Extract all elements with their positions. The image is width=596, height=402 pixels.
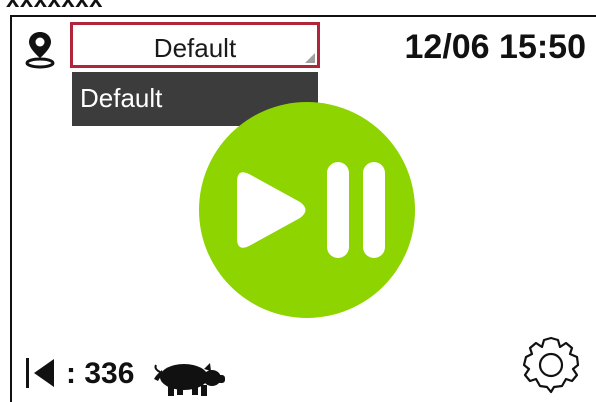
location-pin-icon[interactable] bbox=[25, 30, 55, 70]
resize-corner-icon bbox=[305, 53, 315, 63]
counter: : 336 bbox=[66, 357, 134, 391]
bottom-bar: : 336 bbox=[0, 345, 596, 402]
location-select[interactable]: Default bbox=[70, 22, 320, 68]
location-option-default[interactable]: Default bbox=[80, 83, 162, 114]
back-arrow-icon[interactable] bbox=[26, 356, 60, 390]
gear-icon[interactable] bbox=[520, 334, 582, 396]
location-select-value: Default bbox=[153, 33, 237, 63]
play-pause-icon[interactable] bbox=[197, 100, 417, 320]
datetime: 12/06 15:50 bbox=[404, 28, 587, 66]
top-cut-text-strip: xxxxxxx bbox=[0, 0, 596, 16]
counter-value: 336 bbox=[84, 357, 135, 390]
top-cut-text: xxxxxxx bbox=[6, 0, 103, 14]
pig-icon bbox=[154, 363, 225, 396]
counter-prefix: : bbox=[66, 357, 85, 390]
